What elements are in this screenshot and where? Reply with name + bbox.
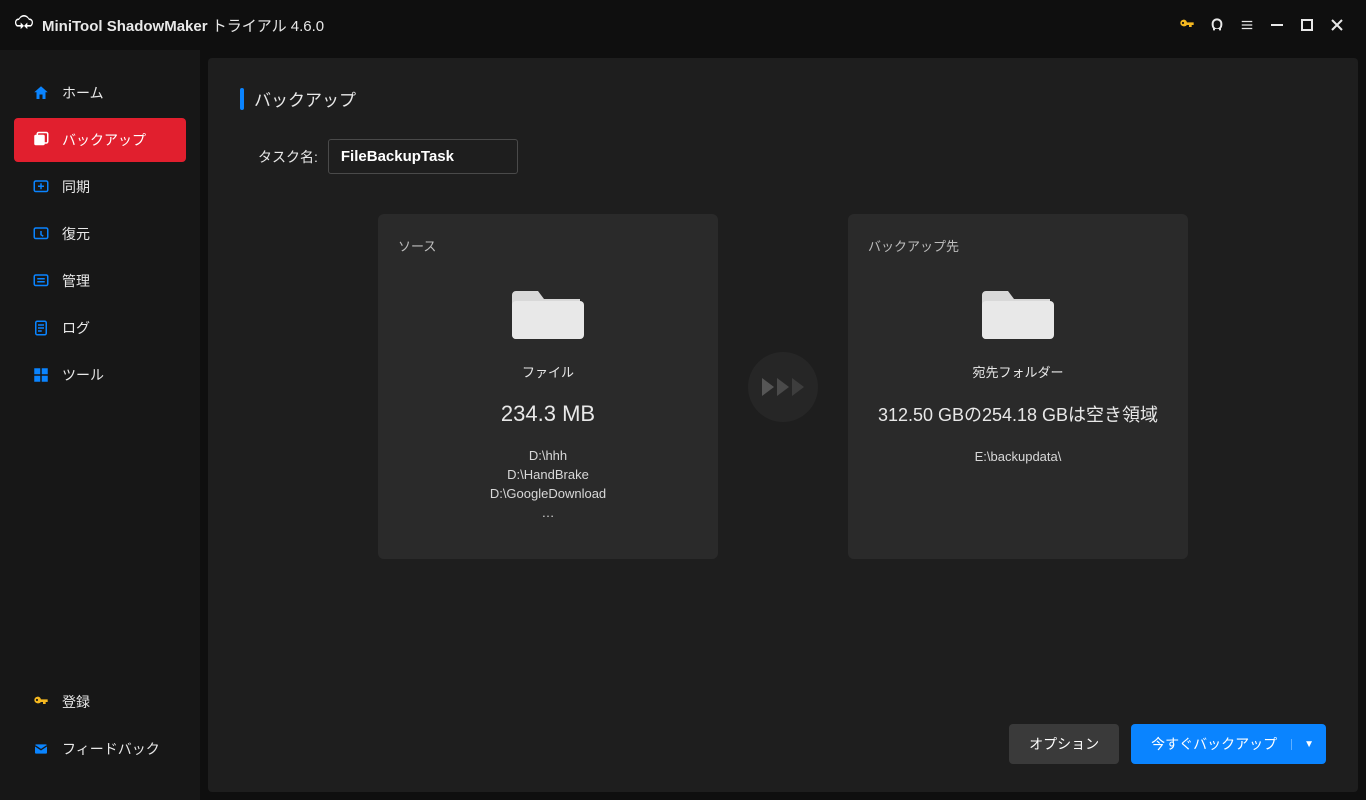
sidebar-item-label: 復元 bbox=[62, 224, 90, 244]
sidebar-item-feedback[interactable]: フィードバック bbox=[14, 727, 186, 771]
options-button[interactable]: オプション bbox=[1009, 724, 1119, 764]
sidebar-item-label: 同期 bbox=[62, 177, 90, 197]
folder-icon bbox=[982, 281, 1054, 344]
app-logo-icon bbox=[14, 15, 34, 35]
sidebar-item-label: ホーム bbox=[62, 83, 104, 103]
sidebar-item-label: ツール bbox=[62, 365, 104, 385]
source-label: ファイル bbox=[522, 362, 574, 381]
footer-actions: オプション 今すぐバックアップ ▼ bbox=[240, 714, 1326, 764]
source-card-title: ソース bbox=[398, 236, 698, 255]
transfer-arrow-icon bbox=[748, 352, 818, 422]
destination-card[interactable]: バックアップ先 宛先フォルダー 312.50 GBの254.18 GBは空き領域… bbox=[848, 214, 1188, 559]
task-name-row: タスク名: bbox=[240, 139, 1326, 174]
sync-icon bbox=[32, 178, 50, 196]
sidebar-item-register[interactable]: 登録 bbox=[14, 680, 186, 724]
close-button[interactable] bbox=[1322, 10, 1352, 40]
sidebar-item-tools[interactable]: ツール bbox=[14, 353, 186, 397]
sidebar-item-manage[interactable]: 管理 bbox=[14, 259, 186, 303]
chevron-down-icon[interactable]: ▼ bbox=[1291, 739, 1314, 750]
manage-icon bbox=[32, 272, 50, 290]
destination-size: 312.50 GBの254.18 GBは空き領域 bbox=[878, 401, 1158, 427]
task-name-input[interactable] bbox=[328, 139, 518, 174]
maximize-button[interactable] bbox=[1292, 10, 1322, 40]
app-logo: MiniTool ShadowMaker トライアル 4.6.0 bbox=[14, 15, 324, 36]
sidebar-item-sync[interactable]: 同期 bbox=[14, 165, 186, 209]
sidebar: ホーム バックアップ 同期 復元 管理 ログ bbox=[0, 50, 200, 800]
backup-now-button[interactable]: 今すぐバックアップ ▼ bbox=[1131, 724, 1326, 764]
minimize-button[interactable] bbox=[1262, 10, 1292, 40]
tools-icon bbox=[32, 366, 50, 384]
key-icon bbox=[32, 693, 50, 711]
destination-path: E:\backupdata\ bbox=[975, 449, 1062, 464]
menu-icon[interactable] bbox=[1232, 10, 1262, 40]
sidebar-item-label: ログ bbox=[62, 318, 90, 338]
sidebar-item-label: フィードバック bbox=[62, 739, 160, 759]
folder-icon bbox=[512, 281, 584, 344]
restore-icon bbox=[32, 225, 50, 243]
app-title: MiniTool ShadowMaker トライアル 4.6.0 bbox=[42, 15, 324, 36]
source-size: 234.3 MB bbox=[501, 401, 595, 427]
source-paths: D:\hhh D:\HandBrake D:\GoogleDownload … bbox=[490, 447, 606, 522]
titlebar: MiniTool ShadowMaker トライアル 4.6.0 bbox=[0, 0, 1366, 50]
backup-icon bbox=[32, 131, 50, 149]
log-icon bbox=[32, 319, 50, 337]
main-panel: バックアップ タスク名: ソース ファイル 234.3 MB D:\hhh D:… bbox=[208, 58, 1358, 792]
destination-card-title: バックアップ先 bbox=[868, 236, 1168, 255]
sidebar-item-home[interactable]: ホーム bbox=[14, 71, 186, 115]
sidebar-item-label: バックアップ bbox=[62, 130, 146, 150]
sidebar-item-label: 登録 bbox=[62, 692, 90, 712]
license-key-icon[interactable] bbox=[1172, 10, 1202, 40]
sidebar-item-backup[interactable]: バックアップ bbox=[14, 118, 186, 162]
task-name-label: タスク名: bbox=[258, 147, 318, 167]
sidebar-item-restore[interactable]: 復元 bbox=[14, 212, 186, 256]
home-icon bbox=[32, 84, 50, 102]
page-title: バックアップ bbox=[240, 86, 1326, 111]
help-icon[interactable] bbox=[1202, 10, 1232, 40]
sidebar-item-log[interactable]: ログ bbox=[14, 306, 186, 350]
sidebar-item-label: 管理 bbox=[62, 271, 90, 291]
source-card[interactable]: ソース ファイル 234.3 MB D:\hhh D:\HandBrake D:… bbox=[378, 214, 718, 559]
mail-icon bbox=[32, 740, 50, 758]
destination-label: 宛先フォルダー bbox=[972, 362, 1063, 381]
